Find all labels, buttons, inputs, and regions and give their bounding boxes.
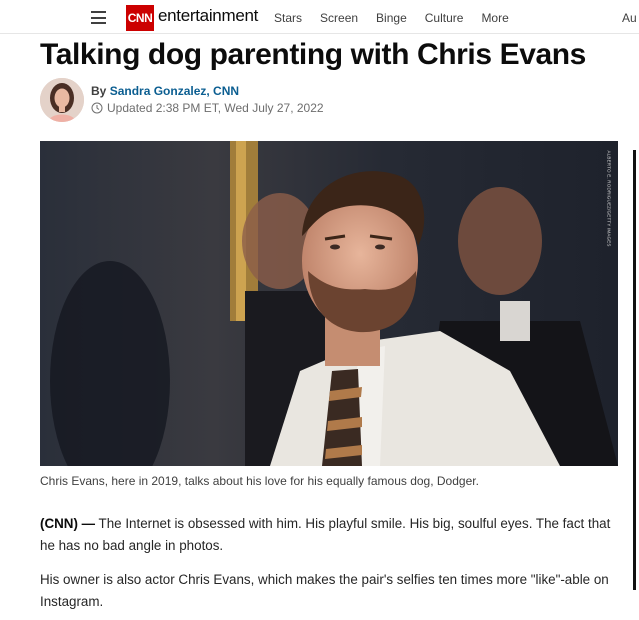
author-link[interactable]: Sandra Gonzalez, CNN xyxy=(110,84,239,98)
article-paragraph: (CNN) — The Internet is obsessed with hi… xyxy=(40,513,620,557)
nav-link-more[interactable]: More xyxy=(481,11,508,25)
clock-icon xyxy=(91,102,103,114)
byline: By Sandra Gonzalez, CNN xyxy=(91,84,239,98)
updated-timestamp: Updated 2:38 PM ET, Wed July 27, 2022 xyxy=(91,101,324,115)
paragraph-lead: (CNN) — xyxy=(40,516,96,531)
page-edge-divider xyxy=(633,150,636,590)
image-credit: ALBERTO E. RODRIGUEZ/GETTY IMAGES xyxy=(604,146,614,276)
nav-link-binge[interactable]: Binge xyxy=(376,11,407,25)
cnn-logo[interactable]: CNN xyxy=(126,5,154,31)
paragraph-text: The Internet is obsessed with him. His p… xyxy=(40,516,611,553)
byline-prefix: By xyxy=(91,84,107,98)
nav-link-screen[interactable]: Screen xyxy=(320,11,358,25)
nav-links: Stars Screen Binge Culture More xyxy=(274,11,527,25)
image-caption: Chris Evans, here in 2019, talks about h… xyxy=(40,474,479,488)
nav-link-truncated[interactable]: Au xyxy=(622,11,637,25)
article-headline: Talking dog parenting with Chris Evans xyxy=(40,38,586,71)
hamburger-menu-icon[interactable] xyxy=(91,11,106,24)
article-paragraph: His owner is also actor Chris Evans, whi… xyxy=(40,572,609,609)
author-avatar[interactable] xyxy=(40,78,84,122)
image-credit-text: ALBERTO E. RODRIGUEZ/GETTY IMAGES xyxy=(606,150,612,247)
updated-text: Updated 2:38 PM ET, Wed July 27, 2022 xyxy=(107,101,324,115)
nav-link-stars[interactable]: Stars xyxy=(274,11,302,25)
nav-link-culture[interactable]: Culture xyxy=(425,11,464,25)
top-nav: CNN entertainment Stars Screen Binge Cul… xyxy=(0,0,639,34)
hero-image[interactable] xyxy=(40,141,618,466)
section-title[interactable]: entertainment xyxy=(158,6,258,26)
